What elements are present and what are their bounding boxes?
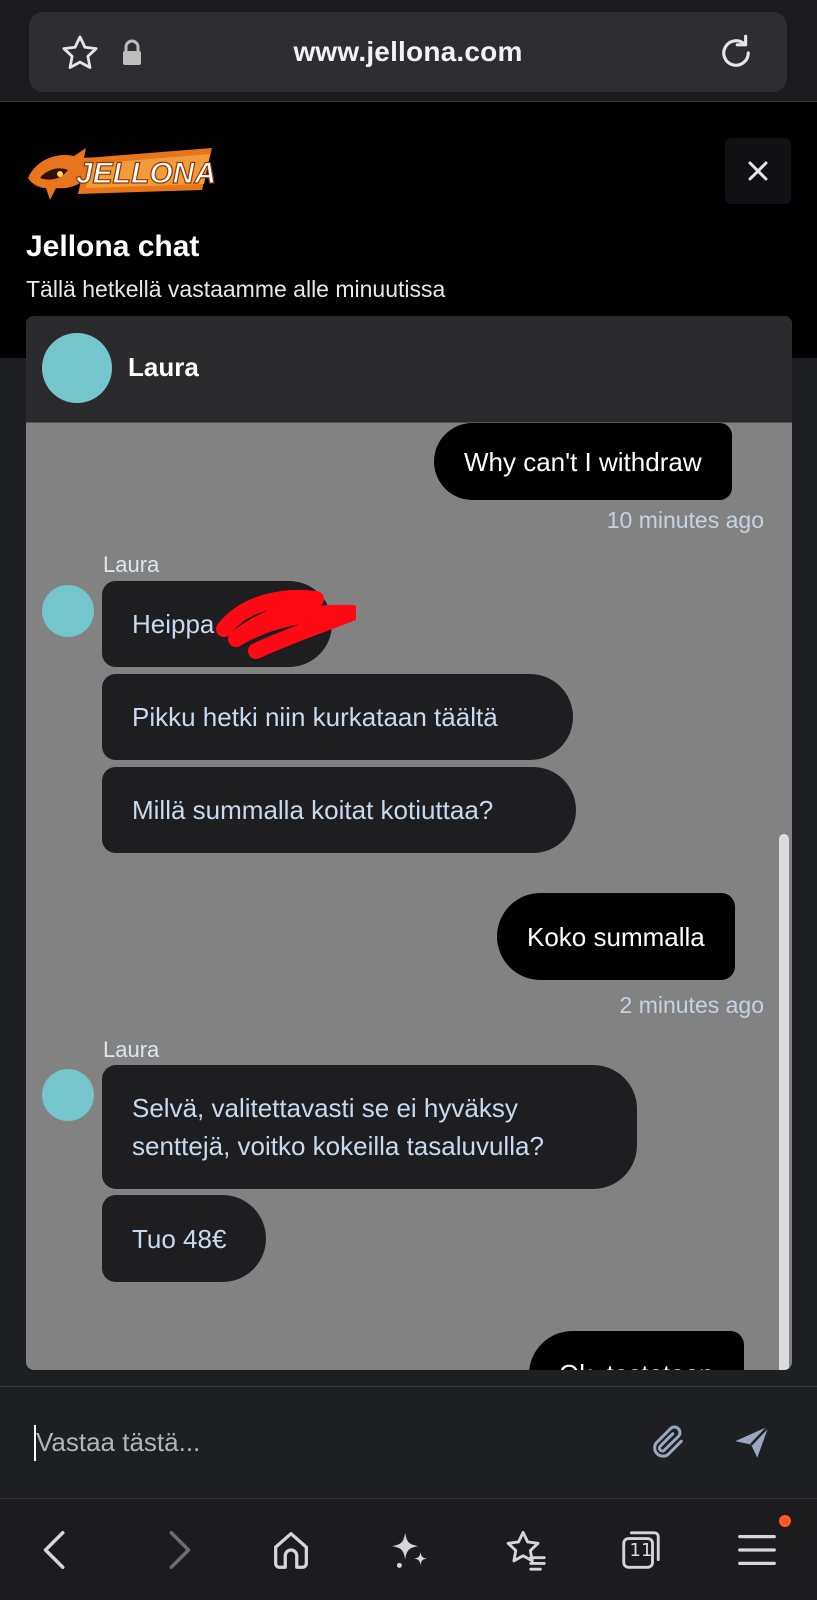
- jellona-logo: JELLONA: [28, 148, 216, 200]
- back-icon[interactable]: [34, 1527, 80, 1573]
- logo-text: JELLONA: [76, 157, 216, 190]
- chat-title: Jellona chat: [26, 230, 200, 263]
- url-text[interactable]: www.jellona.com: [29, 36, 787, 68]
- paperclip-icon[interactable]: [648, 1421, 688, 1463]
- address-bar[interactable]: www.jellona.com: [29, 12, 787, 92]
- notification-dot: [779, 1515, 791, 1527]
- sender-name: Laura: [103, 552, 160, 577]
- message-text: Why can't I withdraw: [464, 446, 702, 477]
- incoming-message: Millä summalla koitat kotiuttaa?: [102, 767, 576, 853]
- message-text: Ok, testataan: [559, 1355, 714, 1370]
- timestamp: 2 minutes ago: [619, 992, 764, 1018]
- outgoing-message: Why can't I withdraw: [434, 423, 732, 500]
- message-text: Millä summalla koitat kotiuttaa?: [132, 795, 494, 825]
- home-icon[interactable]: [268, 1527, 314, 1573]
- message-text: Pikku hetki niin kurkataan täältä: [132, 702, 498, 732]
- agent-avatar-small: [42, 585, 94, 637]
- agent-bar: Laura: [26, 316, 792, 423]
- incoming-message: Tuo 48€: [102, 1195, 266, 1282]
- menu-icon[interactable]: [734, 1527, 780, 1573]
- message-text: Heippa: [132, 609, 215, 639]
- browser-toolbar: www.jellona.com: [0, 0, 817, 102]
- close-icon: [748, 161, 768, 181]
- forward-icon[interactable]: [154, 1527, 200, 1573]
- message-input-bar: Vastaa tästä...: [0, 1386, 817, 1498]
- reload-icon[interactable]: [715, 32, 757, 74]
- message-text: Koko summalla: [527, 921, 705, 952]
- timestamp: 10 minutes ago: [606, 507, 764, 533]
- incoming-message: Selvä, valitettavasti se ei hyväksy sent…: [102, 1065, 637, 1189]
- outgoing-message: Ok, testataan: [529, 1331, 744, 1370]
- send-icon[interactable]: [730, 1421, 774, 1463]
- browser-bottom-nav: [0, 1498, 817, 1600]
- favorites-list-icon[interactable]: [502, 1527, 548, 1573]
- chat-panel: Laura Why can't I withdraw 10 minutes ag…: [26, 316, 792, 1370]
- message-list[interactable]: Why can't I withdraw 10 minutes ago Laur…: [26, 423, 792, 1370]
- agent-avatar-small: [42, 1069, 94, 1121]
- message-text-line: Selvä, valitettavasti se ei hyväksy: [132, 1093, 518, 1123]
- incoming-message: Pikku hetki niin kurkataan täältä: [102, 674, 573, 760]
- message-text: Tuo 48€: [132, 1223, 227, 1254]
- sparkle-icon[interactable]: [386, 1527, 432, 1573]
- agent-avatar: [42, 333, 112, 403]
- chat-scrollbar[interactable]: [779, 834, 789, 1370]
- sender-name: Laura: [103, 1037, 160, 1062]
- close-chat-button[interactable]: [725, 138, 791, 204]
- tab-count: 11: [629, 1540, 653, 1561]
- message-input[interactable]: Vastaa tästä...: [36, 1427, 200, 1458]
- message-text-line: senttejä, voitko kokeilla tasaluvulla?: [132, 1131, 544, 1161]
- agent-name: Laura: [128, 352, 199, 382]
- chat-subtitle: Tällä hetkellä vastaamme alle minuutissa: [26, 276, 446, 302]
- redaction-scribble: [216, 589, 356, 659]
- outgoing-message: Koko summalla: [497, 893, 735, 980]
